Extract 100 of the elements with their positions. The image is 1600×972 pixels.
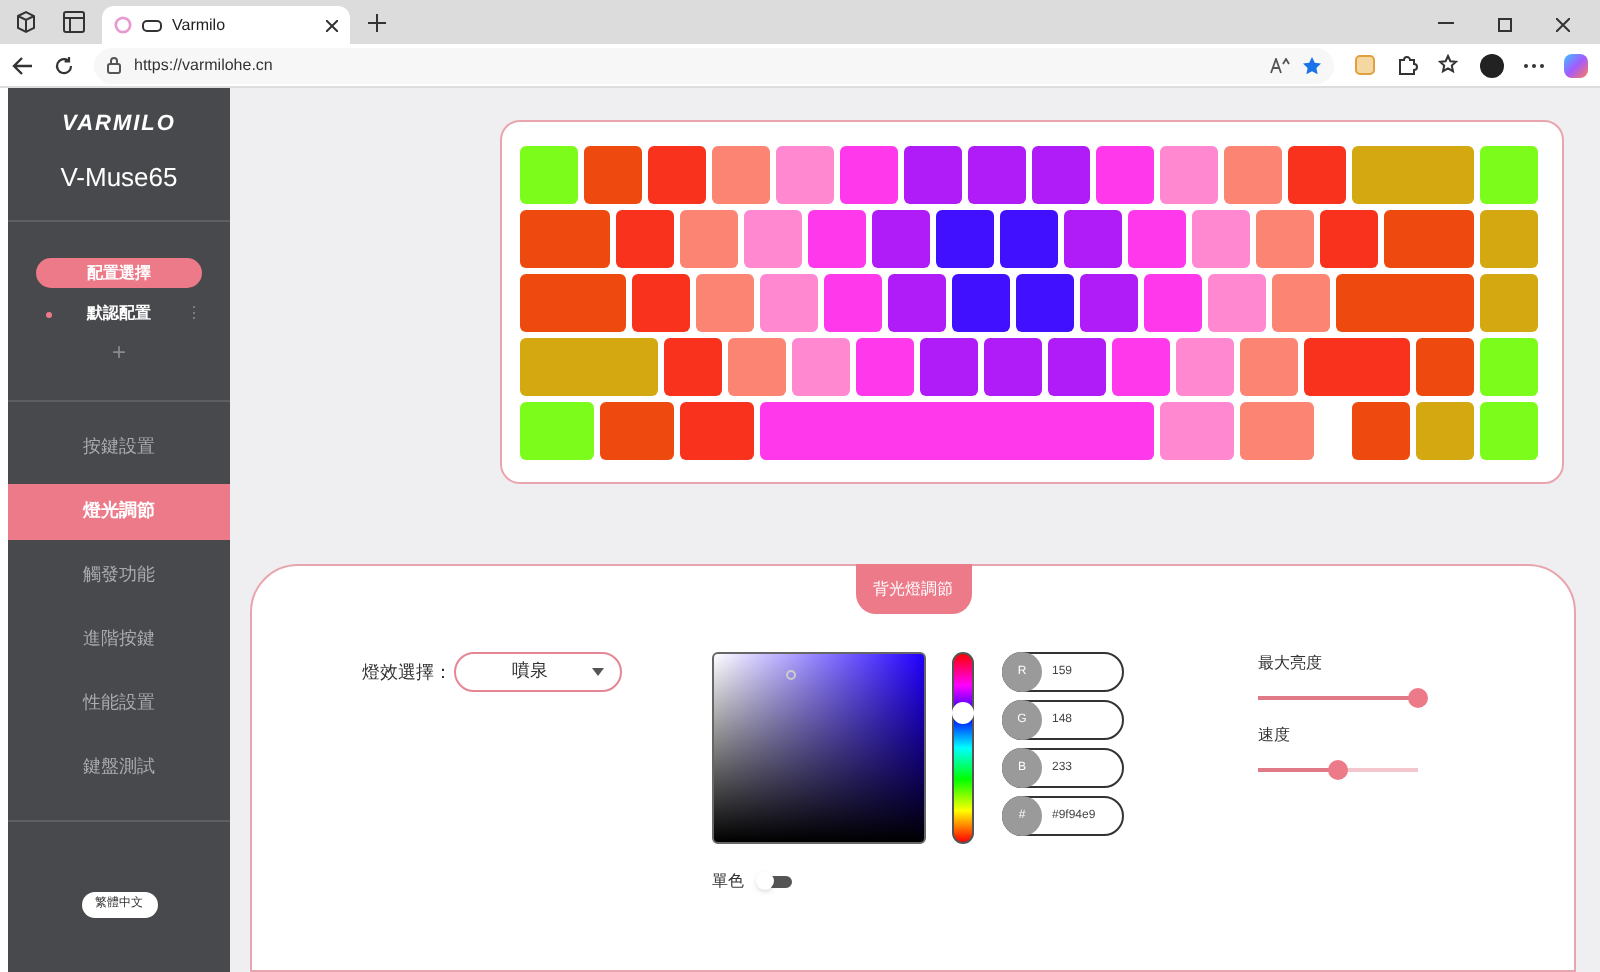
key[interactable] [648, 146, 706, 204]
key[interactable] [728, 338, 786, 396]
key[interactable] [952, 274, 1010, 332]
key[interactable] [1272, 274, 1330, 332]
key[interactable] [1192, 210, 1250, 268]
nav-item[interactable]: 性能設置 [8, 676, 230, 732]
key[interactable] [1480, 338, 1538, 396]
address-bar[interactable]: https://varmilohe.cn [94, 47, 1334, 83]
key[interactable] [760, 402, 1154, 460]
tab-actions-icon[interactable] [62, 10, 86, 34]
key[interactable] [1112, 338, 1170, 396]
key[interactable] [1160, 146, 1218, 204]
slider-thumb[interactable] [1408, 688, 1428, 708]
profile-avatar[interactable] [1480, 53, 1504, 77]
nav-item[interactable]: 觸發功能 [8, 548, 230, 604]
key[interactable] [680, 402, 754, 460]
minimize-icon[interactable] [1438, 22, 1454, 24]
key[interactable] [1240, 338, 1298, 396]
read-aloud-icon[interactable] [1270, 57, 1290, 73]
panel-tab[interactable]: 背光燈調節 [855, 564, 971, 614]
key[interactable] [696, 274, 754, 332]
maximize-icon[interactable] [1498, 18, 1512, 32]
key[interactable] [760, 274, 818, 332]
key[interactable] [680, 210, 738, 268]
key[interactable] [776, 146, 834, 204]
profile-item[interactable]: 默認配置 [52, 302, 186, 326]
key[interactable] [600, 402, 674, 460]
color-cursor[interactable] [785, 670, 796, 680]
key[interactable] [1048, 338, 1106, 396]
key[interactable] [1000, 210, 1058, 268]
key[interactable] [1208, 274, 1266, 332]
mono-toggle[interactable] [760, 876, 792, 888]
key[interactable] [744, 210, 802, 268]
hue-thumb[interactable] [952, 702, 974, 725]
effect-select[interactable]: 噴泉 [454, 652, 622, 692]
new-tab-icon[interactable] [368, 14, 386, 32]
key[interactable] [632, 274, 690, 332]
key[interactable] [1224, 146, 1282, 204]
close-window-icon[interactable] [1556, 18, 1570, 32]
profile-menu-icon[interactable]: ⋮ [186, 302, 202, 326]
key[interactable] [520, 402, 594, 460]
copilot-icon[interactable] [1564, 53, 1588, 77]
key[interactable] [520, 338, 658, 396]
key[interactable] [1352, 146, 1474, 204]
key[interactable] [1320, 210, 1378, 268]
key[interactable] [1016, 274, 1074, 332]
color-square[interactable] [712, 652, 926, 844]
extensions-icon[interactable] [1396, 54, 1418, 76]
key[interactable] [872, 210, 930, 268]
key[interactable] [1480, 210, 1538, 268]
key[interactable] [1080, 274, 1138, 332]
key[interactable] [856, 338, 914, 396]
key[interactable] [1480, 274, 1538, 332]
key[interactable] [936, 210, 994, 268]
key[interactable] [1176, 338, 1234, 396]
key[interactable] [1480, 146, 1538, 204]
key[interactable] [1256, 210, 1314, 268]
key[interactable] [1128, 210, 1186, 268]
key[interactable] [1416, 402, 1474, 460]
nav-item[interactable]: 鍵盤測試 [8, 740, 230, 796]
key[interactable] [1352, 402, 1410, 460]
key[interactable] [840, 146, 898, 204]
profile-select-button[interactable]: 配置選擇 [36, 258, 202, 288]
back-icon[interactable] [12, 55, 34, 75]
star-icon[interactable] [1302, 55, 1322, 75]
key[interactable] [920, 338, 978, 396]
key[interactable] [968, 146, 1026, 204]
key[interactable] [584, 146, 642, 204]
slider-thumb[interactable] [1328, 760, 1348, 780]
key[interactable] [616, 210, 674, 268]
key[interactable] [1480, 402, 1538, 460]
key[interactable] [1288, 146, 1346, 204]
key[interactable] [824, 274, 882, 332]
key[interactable] [520, 274, 626, 332]
key[interactable] [1032, 146, 1090, 204]
key[interactable] [1064, 210, 1122, 268]
key[interactable] [1416, 338, 1474, 396]
nav-item[interactable]: 燈光調節 [8, 484, 230, 540]
key[interactable] [1384, 210, 1474, 268]
key[interactable] [520, 210, 610, 268]
key[interactable] [984, 338, 1042, 396]
key[interactable] [1160, 402, 1234, 460]
hue-slider[interactable] [952, 652, 974, 844]
key[interactable] [1096, 146, 1154, 204]
key[interactable] [1240, 402, 1314, 460]
favorites-icon[interactable] [1438, 54, 1460, 76]
nav-item[interactable]: 進階按鍵 [8, 612, 230, 668]
key[interactable] [888, 274, 946, 332]
key[interactable] [808, 210, 866, 268]
key[interactable] [712, 146, 770, 204]
workspaces-icon[interactable] [14, 10, 38, 34]
collections-icon[interactable] [1354, 54, 1376, 76]
close-icon[interactable] [326, 19, 338, 31]
nav-item[interactable]: 按鍵設置 [8, 420, 230, 476]
add-profile-button[interactable]: + [111, 340, 126, 364]
key[interactable] [1144, 274, 1202, 332]
reload-icon[interactable] [54, 55, 74, 75]
browser-tab[interactable]: Varmilo [102, 6, 350, 44]
key[interactable] [904, 146, 962, 204]
key[interactable] [1336, 274, 1474, 332]
